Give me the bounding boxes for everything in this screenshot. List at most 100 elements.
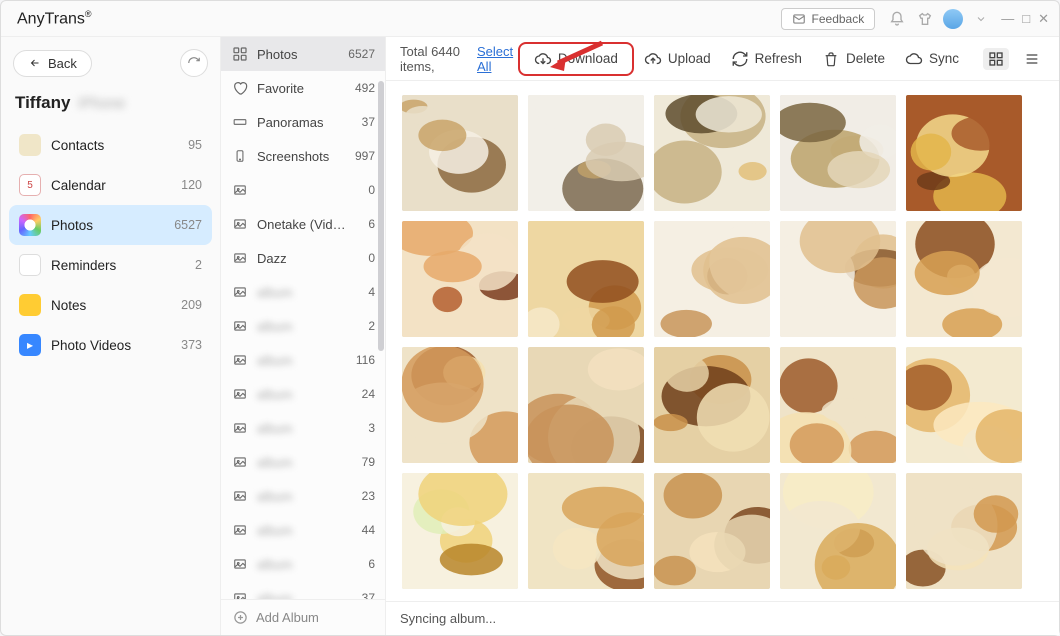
feedback-button[interactable]: Feedback [781,8,876,30]
select-all-link[interactable]: Select All [477,44,518,74]
photo-thumbnail[interactable] [402,95,518,211]
status-bar: Syncing album... [386,601,1059,635]
album-item[interactable]: Panoramas37 [221,105,385,139]
album-icon [231,45,249,63]
photo-thumbnail[interactable] [528,347,644,463]
nav-count: 6527 [174,218,202,232]
album-label: album [257,557,360,572]
sidebar-item-photos[interactable]: Photos 6527 [9,205,212,245]
album-item[interactable]: album4 [221,275,385,309]
sidebar-item-contacts[interactable]: Contacts 95 [9,125,212,165]
avatar-icon[interactable] [943,9,963,29]
photo-thumbnail[interactable] [906,95,1022,211]
album-count: 37 [362,591,375,599]
nav-count: 95 [188,138,202,152]
sidebar-item-reminders[interactable]: Reminders2 [9,245,212,285]
maximize-button[interactable]: □ [1022,11,1030,27]
album-item[interactable]: album44 [221,513,385,547]
photo-thumbnail[interactable] [780,95,896,211]
album-label: album [257,421,360,436]
album-count: 3 [368,421,375,435]
photo-thumbnail[interactable] [402,473,518,589]
photo-thumbnail[interactable] [780,347,896,463]
photo-thumbnail[interactable] [654,95,770,211]
refresh-button[interactable]: Refresh [721,45,812,73]
album-item[interactable]: Dazz0 [221,241,385,275]
sync-button[interactable]: Sync [895,45,969,73]
nav-icon: ▸ [19,334,41,356]
album-count: 492 [355,81,375,95]
album-item[interactable]: album23 [221,479,385,513]
album-label: album [257,455,354,470]
photo-thumbnail[interactable] [780,473,896,589]
minimize-button[interactable]: — [1001,11,1014,27]
album-icon [231,521,249,539]
album-icon [231,283,249,301]
photo-thumbnail[interactable] [528,221,644,337]
tshirt-icon[interactable] [914,8,936,30]
album-icon [231,113,249,131]
nav-label: Notes [51,298,171,313]
album-label: album [257,591,354,600]
album-icon [231,79,249,97]
album-item[interactable]: album 79 [221,445,385,479]
album-icon [231,249,249,267]
nav-label: Photos [51,218,164,233]
photo-thumbnail[interactable] [654,221,770,337]
sidebar-item-calendar[interactable]: 5Calendar120 [9,165,212,205]
album-icon [231,215,249,233]
album-item[interactable]: album6 [221,547,385,581]
cloud-sync-icon [905,50,923,68]
photo-thumbnail[interactable] [402,347,518,463]
list-view-button[interactable] [1019,48,1045,70]
album-item[interactable]: Onetake (Vid…6 [221,207,385,241]
album-icon [231,419,249,437]
nav-label: Photo Videos [51,338,171,353]
album-item[interactable]: album 37 [221,581,385,599]
app-title: AnyTrans® [11,9,781,28]
cloud-upload-icon [644,50,662,68]
photo-thumbnail[interactable] [906,473,1022,589]
album-item[interactable]: album116 [221,343,385,377]
photo-thumbnail[interactable] [654,347,770,463]
total-items-text: Total 6440 items, [400,44,475,74]
grid-view-button[interactable] [983,48,1009,70]
nav-label: Contacts [51,138,178,153]
photo-thumbnail[interactable] [654,473,770,589]
photo-thumbnail[interactable] [780,221,896,337]
album-icon [231,589,249,599]
photo-thumbnail[interactable] [528,473,644,589]
chevron-down-icon[interactable] [970,8,992,30]
album-count: 6 [368,217,375,231]
bell-icon[interactable] [886,8,908,30]
album-item[interactable]: Photos6527 [221,37,385,71]
photo-thumbnail[interactable] [906,347,1022,463]
sidebar-item-photo-videos[interactable]: ▸Photo Videos373 [9,325,212,365]
photo-thumbnail[interactable] [402,221,518,337]
nav-count: 2 [195,258,202,272]
album-scrollbar[interactable] [378,81,384,351]
sidebar-refresh-button[interactable] [180,49,208,77]
delete-button[interactable]: Delete [812,45,895,73]
sidebar-item-notes[interactable]: Notes209 [9,285,212,325]
album-count: 79 [362,455,375,469]
album-item[interactable]: album24 [221,377,385,411]
album-item[interactable]: Screenshots997 [221,139,385,173]
photo-thumbnail[interactable] [528,95,644,211]
album-label: Favorite [257,81,347,96]
nav-icon [19,134,41,156]
album-item[interactable]: Favorite 492 [221,71,385,105]
back-button[interactable]: Back [13,50,92,77]
album-label: Panoramas [257,115,354,130]
close-button[interactable]: ✕ [1038,11,1049,27]
nav-label: Calendar [51,178,171,193]
album-item[interactable]: album2 [221,309,385,343]
download-button[interactable]: Download [518,42,634,76]
add-album-button[interactable]: Add Album [221,599,385,635]
album-item[interactable]: 0 [221,173,385,207]
upload-button[interactable]: Upload [634,45,721,73]
photo-thumbnail[interactable] [906,221,1022,337]
album-item[interactable]: album 3 [221,411,385,445]
album-count: 116 [356,353,375,367]
album-label: album [257,285,360,300]
